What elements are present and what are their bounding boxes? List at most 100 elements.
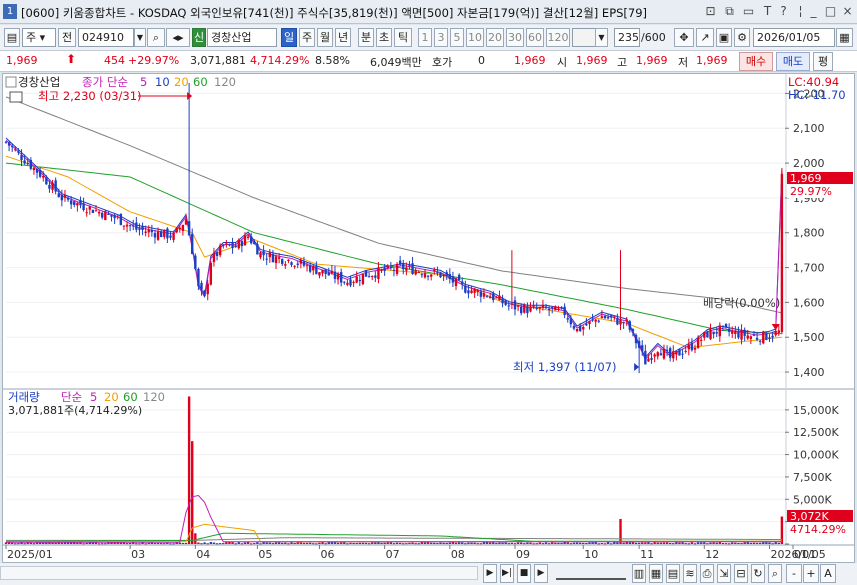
volume-bar: [606, 542, 610, 544]
scroll-right-icon[interactable]: ▶: [483, 564, 497, 583]
date-input[interactable]: 2026/01/05: [753, 28, 835, 47]
buy-button[interactable]: 매수: [739, 52, 773, 71]
volume-bar: [681, 542, 684, 544]
interval-20[interactable]: 20: [486, 28, 504, 47]
candle-body: [706, 331, 709, 338]
lock-icon[interactable]: ⊡: [703, 4, 718, 19]
period-year-tab[interactable]: 년: [335, 28, 351, 47]
chart-svg[interactable]: 2,2002,1002,0001,9001,8001,7001,6001,500…: [3, 74, 854, 562]
magnifier-icon[interactable]: ⌕: [768, 564, 782, 583]
period-month-tab[interactable]: 월: [317, 28, 333, 47]
sell-button[interactable]: 매도: [776, 52, 810, 71]
table-toggle-icon[interactable]: [9, 91, 23, 103]
font-size-button[interactable]: A: [820, 564, 836, 583]
x-tick-label: 03: [131, 548, 145, 561]
price-tick-label: 2,000: [793, 157, 825, 170]
interval-3[interactable]: 3: [434, 28, 448, 47]
hoga-price: 1,969: [514, 54, 546, 67]
help-icon[interactable]: ?: [776, 4, 791, 19]
candle-body: [420, 274, 424, 276]
zoom-slider[interactable]: [556, 566, 626, 580]
restore-layout-icon[interactable]: ⧉: [722, 4, 737, 19]
candle-body: [740, 330, 743, 340]
indicator-icon[interactable]: ≋: [683, 564, 697, 583]
period-tick-tab[interactable]: 틱: [394, 28, 412, 47]
interval-1[interactable]: 1: [418, 28, 432, 47]
crosshair-icon[interactable]: ✥: [674, 28, 694, 47]
interval-120[interactable]: 120: [546, 28, 570, 47]
text-size-icon[interactable]: T: [760, 4, 775, 19]
zoom-in-button[interactable]: +: [803, 564, 819, 583]
interval-30[interactable]: 30: [506, 28, 524, 47]
draw-tool-icon[interactable]: ↗: [696, 28, 714, 47]
axis-icon[interactable]: ⊟: [734, 564, 748, 583]
candle-body: [510, 303, 514, 305]
interval-5[interactable]: 5: [450, 28, 464, 47]
save-icon[interactable]: ▣: [716, 28, 732, 47]
volume-bar: [358, 542, 362, 544]
chart-type-icon[interactable]: ▥: [632, 564, 646, 583]
candle-body: [454, 278, 458, 287]
stock-code-input[interactable]: 024910: [78, 28, 134, 47]
candle-body: [200, 282, 203, 290]
volume-bar: [743, 542, 746, 544]
grid-icon[interactable]: ▤: [666, 564, 680, 583]
volume-bar: [470, 542, 473, 544]
play-icon[interactable]: ▶: [534, 564, 548, 583]
stock-name-field[interactable]: 경창산업: [207, 28, 277, 47]
print-icon[interactable]: ⎙: [700, 564, 714, 583]
window-tile-icon[interactable]: ▭: [741, 4, 756, 19]
turnover-rate: 8.58%: [315, 54, 350, 67]
export-icon[interactable]: ⇲: [717, 564, 731, 583]
maximize-icon[interactable]: □: [823, 4, 838, 19]
search-icon[interactable]: ⌕: [147, 28, 165, 47]
scroll-end-icon[interactable]: ▶|: [500, 564, 514, 583]
zoom-out-button[interactable]: -: [786, 564, 802, 583]
volume-bar: [498, 542, 501, 544]
interval-dropdown-icon[interactable]: ▼: [595, 28, 608, 47]
code-dropdown-icon[interactable]: ▼: [134, 28, 146, 47]
candle-body: [386, 265, 389, 269]
volume-bar: [42, 542, 45, 544]
candle-body: [578, 325, 582, 331]
volume-bar: [246, 542, 250, 544]
layout-icon[interactable]: ▤: [4, 28, 20, 47]
prev-button[interactable]: 전: [58, 28, 76, 47]
candle-body: [603, 315, 607, 319]
candle-body: [501, 298, 504, 304]
volume-bar: [659, 542, 663, 544]
minimize-icon[interactable]: _: [806, 4, 821, 19]
close-icon[interactable]: ×: [840, 4, 855, 19]
candle-body: [249, 236, 253, 244]
volume-bar: [327, 542, 330, 544]
legend-toggle-icon[interactable]: [5, 76, 17, 88]
calendar-icon[interactable]: ▦: [836, 28, 853, 47]
interval-60[interactable]: 60: [526, 28, 544, 47]
volume-bar: [479, 543, 483, 545]
candle-body: [296, 263, 299, 265]
stop-icon[interactable]: ■: [517, 564, 531, 583]
volume-bar: [411, 542, 414, 544]
period-day-tab[interactable]: 일: [281, 28, 297, 47]
eval-button[interactable]: 평: [813, 52, 833, 71]
volume-bar: [678, 542, 681, 544]
chart-area[interactable]: 2,200 2,100 2,000 1,900 1,800 1,700 1,600 1,500…: [2, 73, 855, 563]
candle-body: [246, 236, 250, 238]
horizontal-scrollbar[interactable]: [0, 566, 478, 580]
candle-body: [69, 200, 73, 205]
volume-bar: [343, 542, 346, 544]
volume-bar: [557, 542, 560, 544]
up-arrow-icon: ⬆: [66, 52, 77, 66]
period-minute-tab[interactable]: 분: [358, 28, 374, 47]
period-week-tab[interactable]: 주: [299, 28, 315, 47]
compare-icon[interactable]: ▦: [649, 564, 663, 583]
bar-count-input[interactable]: 235: [614, 28, 640, 47]
volume-bar: [445, 542, 448, 544]
volume-bar: [715, 542, 718, 544]
interval-10[interactable]: 10: [466, 28, 484, 47]
refresh-icon[interactable]: ↻: [751, 564, 765, 583]
market-select[interactable]: 주 ▾: [22, 28, 56, 47]
period-second-tab[interactable]: 초: [376, 28, 392, 47]
settings-gear-icon[interactable]: ⚙: [734, 28, 750, 47]
sound-icon[interactable]: ◂▸: [166, 28, 190, 47]
